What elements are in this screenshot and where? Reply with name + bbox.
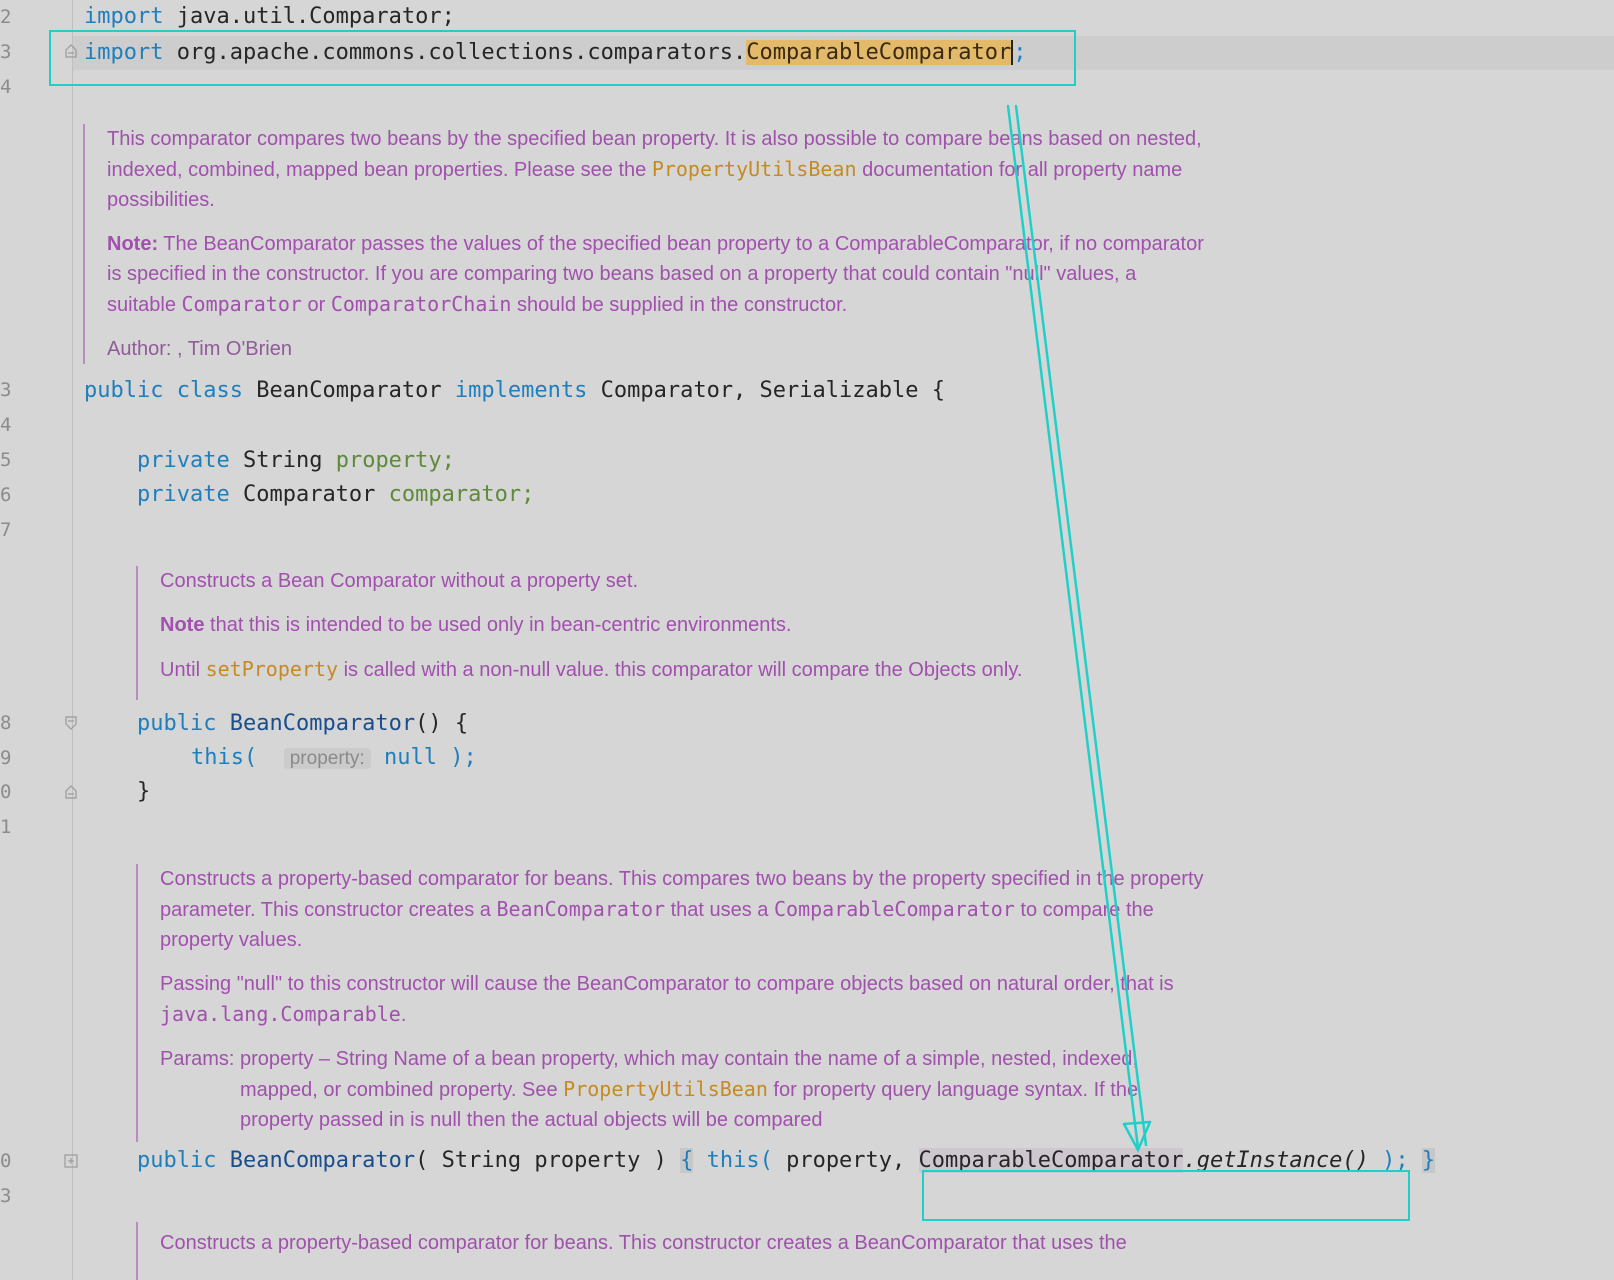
- annotation-arrow-icon: [1006, 104, 1152, 1153]
